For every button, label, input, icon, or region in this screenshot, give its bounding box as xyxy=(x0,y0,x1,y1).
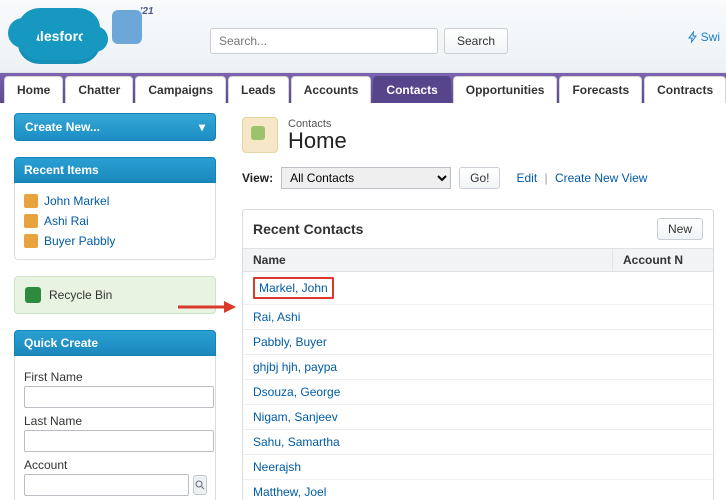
go-button[interactable]: Go! xyxy=(459,167,500,189)
table-row: Nigam, Sanjeev xyxy=(243,405,713,430)
nav-tabs: HomeChatterCampaignsLeadsAccountsContact… xyxy=(0,73,726,103)
recent-item: Ashi Rai xyxy=(24,211,206,231)
recycle-icon xyxy=(25,287,41,303)
lookup-icon[interactable] xyxy=(193,475,207,495)
edit-view-link[interactable]: Edit xyxy=(516,171,537,185)
search-input[interactable] xyxy=(210,28,438,54)
col-name: Name xyxy=(243,249,613,272)
tab-campaigns[interactable]: Campaigns xyxy=(135,76,226,103)
search-button[interactable]: Search xyxy=(444,28,508,54)
recent-contacts-title: Recent Contacts xyxy=(253,221,363,237)
recent-item-link[interactable]: John Markel xyxy=(44,194,109,208)
tab-forecasts[interactable]: Forecasts xyxy=(559,76,642,103)
recent-contacts-table: Name Account N Markel, John Rai, Ashi Pabb… xyxy=(243,248,713,500)
contact-link[interactable]: Markel, John xyxy=(253,277,334,299)
qc-last-name-input[interactable] xyxy=(24,430,214,452)
table-row: Sahu, Samartha xyxy=(243,430,713,455)
mascot-icon xyxy=(112,10,142,44)
recent-items-box: John Markel Ashi Rai Buyer Pabbly xyxy=(14,183,216,260)
table-row: Dsouza, George xyxy=(243,380,713,405)
recent-items-header: Recent Items xyxy=(14,157,216,183)
table-row: Pabbly, Buyer xyxy=(243,330,713,355)
main-content: Contacts Home View: All Contacts Go! Edi… xyxy=(226,103,726,500)
contact-link[interactable]: Rai, Ashi xyxy=(253,310,300,324)
contact-icon xyxy=(24,194,38,208)
tab-home[interactable]: Home xyxy=(4,76,63,103)
col-account: Account N xyxy=(613,249,714,272)
tab-contacts[interactable]: Contacts xyxy=(373,76,450,103)
qc-last-name-label: Last Name xyxy=(24,414,206,428)
table-row: Matthew, Joel xyxy=(243,480,713,500)
qc-first-name-label: First Name xyxy=(24,370,206,384)
table-row: Rai, Ashi xyxy=(243,305,713,330)
contact-link[interactable]: Pabbly, Buyer xyxy=(253,335,327,349)
release-year: '21 xyxy=(140,6,154,17)
tab-chatter[interactable]: Chatter xyxy=(65,76,133,103)
view-select[interactable]: All Contacts xyxy=(281,167,451,189)
recent-item-link[interactable]: Buyer Pabbly xyxy=(44,234,115,248)
contact-link[interactable]: ghjbj hjh, paypa xyxy=(253,360,337,374)
salesforce-logo: salesforce xyxy=(18,8,100,64)
create-view-link[interactable]: Create New View xyxy=(555,171,647,185)
quick-create-box: First Name Last Name Account xyxy=(14,356,216,500)
recent-item-link[interactable]: Ashi Rai xyxy=(44,214,89,228)
app-header: salesforce '21 Search Swi xyxy=(0,0,726,73)
table-row: Neerajsh xyxy=(243,455,713,480)
tab-opportunities[interactable]: Opportunities xyxy=(453,76,558,103)
tab-leads[interactable]: Leads xyxy=(228,76,289,103)
recent-contacts-panel: Recent Contacts New Name Account N Marke… xyxy=(242,209,714,500)
table-row: ghjbj hjh, paypa xyxy=(243,355,713,380)
contact-icon xyxy=(24,214,38,228)
recent-item: Buyer Pabbly xyxy=(24,231,206,251)
recycle-bin-link[interactable]: Recycle Bin xyxy=(14,276,216,314)
chevron-down-icon: ▾ xyxy=(199,120,205,134)
contact-link[interactable]: Matthew, Joel xyxy=(253,485,326,499)
global-search: Search xyxy=(210,28,508,54)
tab-accounts[interactable]: Accounts xyxy=(291,76,372,103)
view-label: View: xyxy=(242,171,273,185)
view-controls: View: All Contacts Go! Edit | Create New… xyxy=(242,167,726,189)
page-title: Home xyxy=(288,130,347,152)
tab-contracts[interactable]: Contracts xyxy=(644,76,726,103)
contacts-icon xyxy=(242,117,278,153)
lightning-icon xyxy=(687,31,699,43)
switcher-link[interactable]: Swi xyxy=(687,30,720,44)
qc-first-name-input[interactable] xyxy=(24,386,214,408)
quick-create-header: Quick Create xyxy=(14,330,216,356)
contact-icon xyxy=(24,234,38,248)
create-new-menu[interactable]: Create New... ▾ xyxy=(14,113,216,141)
contact-link[interactable]: Nigam, Sanjeev xyxy=(253,410,338,424)
contact-link[interactable]: Dsouza, George xyxy=(253,385,340,399)
table-row: Markel, John xyxy=(243,272,713,305)
sidebar: Create New... ▾ Recent Items John Markel… xyxy=(0,103,226,500)
contact-link[interactable]: Sahu, Samartha xyxy=(253,435,340,449)
recent-item: John Markel xyxy=(24,191,206,211)
new-contact-button[interactable]: New xyxy=(657,218,703,240)
qc-account-input[interactable] xyxy=(24,474,189,496)
contact-link[interactable]: Neerajsh xyxy=(253,460,301,474)
qc-account-label: Account xyxy=(24,458,206,472)
logo-text: salesforce xyxy=(24,28,93,44)
